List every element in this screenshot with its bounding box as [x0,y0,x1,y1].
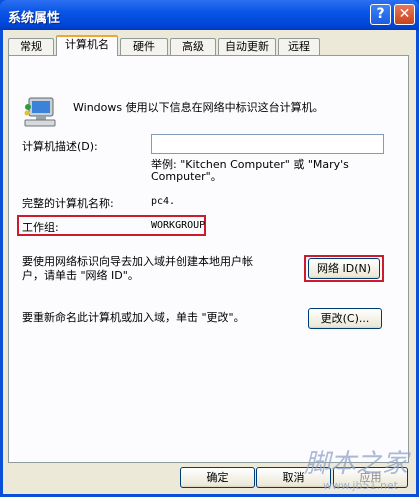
rename-instructions: 要重新命名此计算机或加入域，单击 "更改"。 [22,311,245,324]
example-line-2: Computer"。 [151,170,222,183]
network-id-instructions: 要使用网络标识向导去加入域并创建本地用户帐 户，请单击 "网络 ID"。 [22,255,253,283]
tab-remote[interactable]: 远程 [278,38,320,55]
tab-hardware[interactable]: 硬件 [120,38,168,55]
watermark-url: www.jb51.net [322,479,398,492]
change-button[interactable]: 更改(C)... [308,308,382,329]
watermark-logo: 脚本之家 [303,449,408,479]
description-label: 计算机描述(D): [22,140,98,153]
network-id-text-line-1: 要使用网络标识向导去加入域并创建本地用户帐 [22,255,253,268]
window-title: 系统属性 [8,11,61,26]
close-button[interactable]: ✕ [394,4,415,25]
tab-advanced[interactable]: 高级 [170,38,216,55]
computer-name-panel: Windows 使用以下信息在网络中标识这台计算机。 计算机描述(D): 举例:… [8,55,409,463]
computer-description-input[interactable] [151,134,384,154]
computer-icon [24,97,56,127]
tab-computer-name[interactable]: 计算机名 [56,35,118,56]
description-example: 举例: "Kitchen Computer" 或 "Mary's Compute… [151,159,391,183]
help-button[interactable]: ? [370,4,391,25]
full-name-label: 完整的计算机名称: [22,197,114,210]
network-id-button[interactable]: 网络 ID(N) [308,258,380,279]
network-id-text-line-2: 户，请单击 "网络 ID"。 [22,269,139,282]
tab-automatic-updates[interactable]: 自动更新 [218,38,276,55]
tab-general[interactable]: 常规 [8,38,54,55]
title-bar[interactable]: 系统属性 ? ✕ [0,0,419,30]
workgroup-label: 工作组: [22,221,59,234]
system-properties-window: 系统属性 ? ✕ 常规 计算机名 硬件 高级 自动更新 远程 Windows 使… [0,0,419,497]
full-name-value: pc4. [151,196,176,207]
workgroup-value: WORKGROUP [151,220,206,231]
intro-text: Windows 使用以下信息在网络中标识这台计算机。 [73,101,324,114]
dialog-body: 常规 计算机名 硬件 高级 自动更新 远程 Windows 使用以下信息在网络中… [3,30,416,494]
ok-button[interactable]: 确定 [180,467,255,488]
